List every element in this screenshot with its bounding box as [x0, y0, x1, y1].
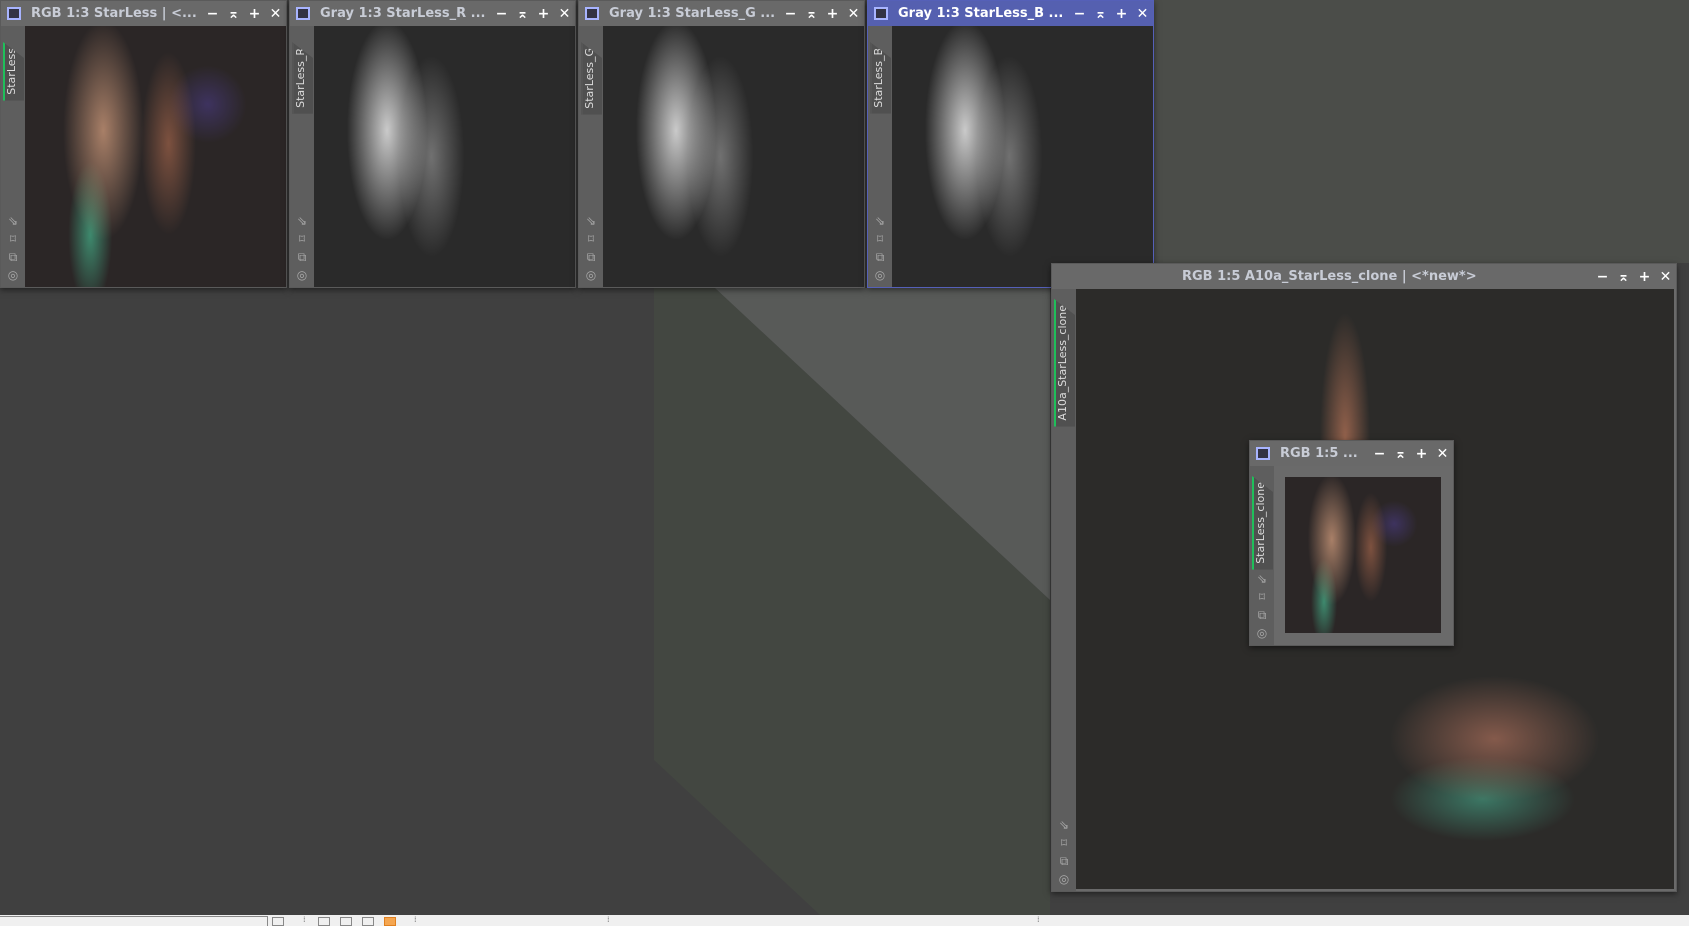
window-title: RGB 1:5 ... — [1280, 446, 1358, 461]
fit-view-icon[interactable]: ⌑ — [582, 232, 600, 247]
maximize-button[interactable]: + — [1111, 6, 1132, 22]
status-field[interactable] — [0, 916, 268, 926]
window-title: RGB 1:5 A10a_StarLess_clone | <*new*> — [1182, 269, 1477, 284]
clone-icon[interactable]: ⧉ — [1055, 854, 1073, 869]
close-button[interactable]: ✕ — [1132, 6, 1153, 22]
image-window-starless[interactable]: RGB 1:3 StarLess | <... − ⌅ + ✕ StarLess… — [0, 0, 287, 288]
shade-button[interactable]: ⌅ — [223, 6, 244, 22]
title-bar[interactable]: Gray 1:3 StarLess_G ... − ⌅ + ✕ — [579, 1, 864, 26]
zoom-to-fit-icon[interactable]: ⇘ — [871, 214, 889, 229]
status-button[interactable] — [272, 917, 284, 926]
shade-button[interactable]: ⌅ — [801, 6, 822, 22]
workspace-button-3[interactable] — [362, 917, 374, 926]
image-view[interactable] — [314, 26, 575, 287]
close-button[interactable]: ✕ — [843, 6, 864, 22]
grip-icon: ⁞ — [1037, 915, 1040, 924]
tool-icons: ⇘ ⌑ ⧉ ◎ — [4, 214, 22, 283]
mask-icon[interactable]: ◎ — [871, 268, 889, 283]
fit-view-icon[interactable]: ⌑ — [293, 232, 311, 247]
title-bar[interactable]: RGB 1:5 ... − ⌅ + ✕ — [1250, 441, 1453, 466]
shade-button[interactable]: ⌅ — [512, 6, 533, 22]
window-title: Gray 1:3 StarLess_G ... — [609, 6, 776, 21]
view-tab[interactable]: StarLess_G — [581, 42, 602, 115]
minimize-button[interactable]: − — [491, 6, 512, 22]
tool-icons: ⇘ ⌑ ⧉ ◎ — [293, 214, 311, 283]
image-window-preview[interactable]: RGB 1:5 ... − ⌅ + ✕ StarLess_clone ⇘ ⌑ ⧉ ◎ — [1249, 440, 1454, 646]
maximize-button[interactable]: + — [244, 6, 265, 22]
close-button[interactable]: ✕ — [1432, 446, 1453, 462]
tool-icons: ⇘ ⌑ ⧉ ◎ — [1055, 818, 1073, 887]
clone-icon[interactable]: ⧉ — [293, 250, 311, 265]
image-view[interactable] — [603, 26, 864, 287]
zoom-to-fit-icon[interactable]: ⇘ — [1055, 818, 1073, 833]
grip-icon: ⁞ — [414, 915, 417, 924]
window-icon — [874, 7, 888, 20]
fit-view-icon[interactable]: ⌑ — [1055, 836, 1073, 851]
shade-button[interactable]: ⌅ — [1613, 269, 1634, 285]
mask-icon[interactable]: ◎ — [1253, 626, 1271, 641]
zoom-to-fit-icon[interactable]: ⇘ — [582, 214, 600, 229]
view-tab[interactable]: StarLess — [3, 42, 24, 101]
image-view[interactable] — [1285, 477, 1441, 633]
clone-icon[interactable]: ⧉ — [871, 250, 889, 265]
window-icon — [585, 7, 599, 20]
maximize-button[interactable]: + — [1411, 446, 1432, 462]
title-bar[interactable]: Gray 1:3 StarLess_R ... − ⌅ + ✕ — [290, 1, 575, 26]
image-window-starless-r[interactable]: Gray 1:3 StarLess_R ... − ⌅ + ✕ StarLess… — [289, 0, 576, 288]
window-icon — [7, 7, 21, 20]
shade-button[interactable]: ⌅ — [1390, 446, 1411, 462]
maximize-button[interactable]: + — [1634, 269, 1655, 285]
shade-button[interactable]: ⌅ — [1090, 6, 1111, 22]
workspace-button-1[interactable] — [318, 917, 330, 926]
minimize-button[interactable]: − — [1369, 446, 1390, 462]
mask-icon[interactable]: ◎ — [4, 268, 22, 283]
title-bar[interactable]: Gray 1:3 StarLess_B ... − ⌅ + ✕ — [868, 1, 1153, 26]
close-button[interactable]: ✕ — [1655, 269, 1676, 285]
fit-view-icon[interactable]: ⌑ — [4, 232, 22, 247]
window-title: Gray 1:3 StarLess_B ... — [898, 6, 1064, 21]
fit-view-icon[interactable]: ⌑ — [1253, 590, 1271, 605]
grip-icon: ⁞ — [303, 915, 306, 924]
workspace-button-2[interactable] — [340, 917, 352, 926]
workspace-button-4-active[interactable] — [384, 917, 396, 926]
image-view[interactable] — [892, 26, 1153, 287]
maximize-button[interactable]: + — [822, 6, 843, 22]
fit-view-icon[interactable]: ⌑ — [871, 232, 889, 247]
window-title: Gray 1:3 StarLess_R ... — [320, 6, 486, 21]
close-button[interactable]: ✕ — [265, 6, 286, 22]
title-bar[interactable]: RGB 1:5 A10a_StarLess_clone | <*new*> − … — [1052, 264, 1676, 289]
view-tab[interactable]: A10a_StarLess_clone — [1054, 299, 1075, 427]
mask-icon[interactable]: ◎ — [293, 268, 311, 283]
zoom-to-fit-icon[interactable]: ⇘ — [293, 214, 311, 229]
view-tab[interactable]: StarLess_clone — [1252, 476, 1273, 570]
image-window-starless-g[interactable]: Gray 1:3 StarLess_G ... − ⌅ + ✕ StarLess… — [578, 0, 865, 288]
minimize-button[interactable]: − — [202, 6, 223, 22]
clone-icon[interactable]: ⧉ — [582, 250, 600, 265]
zoom-to-fit-icon[interactable]: ⇘ — [1253, 572, 1271, 587]
clone-icon[interactable]: ⧉ — [4, 250, 22, 265]
window-title: RGB 1:3 StarLess | <... — [31, 6, 197, 21]
maximize-button[interactable]: + — [533, 6, 554, 22]
tool-icons: ⇘ ⌑ ⧉ ◎ — [871, 214, 889, 283]
tool-icons: ⇘ ⌑ ⧉ ◎ — [582, 214, 600, 283]
view-tab[interactable]: StarLess_B — [870, 42, 891, 114]
title-bar[interactable]: RGB 1:3 StarLess | <... − ⌅ + ✕ — [1, 1, 286, 26]
view-tab[interactable]: StarLess_R — [292, 42, 313, 114]
status-bar: ⁞ ⁞ ⁞ ⁞ — [0, 915, 1689, 926]
clone-icon[interactable]: ⧉ — [1253, 608, 1271, 623]
mask-icon[interactable]: ◎ — [1055, 872, 1073, 887]
window-icon — [296, 7, 310, 20]
mask-icon[interactable]: ◎ — [582, 268, 600, 283]
tool-icons: ⇘ ⌑ ⧉ ◎ — [1253, 572, 1271, 641]
minimize-button[interactable]: − — [1592, 269, 1613, 285]
zoom-to-fit-icon[interactable]: ⇘ — [4, 214, 22, 229]
window-icon — [1256, 447, 1270, 460]
grip-icon: ⁞ — [607, 915, 610, 924]
image-window-starless-b[interactable]: Gray 1:3 StarLess_B ... − ⌅ + ✕ StarLess… — [867, 0, 1154, 288]
image-view[interactable] — [25, 26, 286, 287]
minimize-button[interactable]: − — [1069, 6, 1090, 22]
close-button[interactable]: ✕ — [554, 6, 575, 22]
minimize-button[interactable]: − — [780, 6, 801, 22]
